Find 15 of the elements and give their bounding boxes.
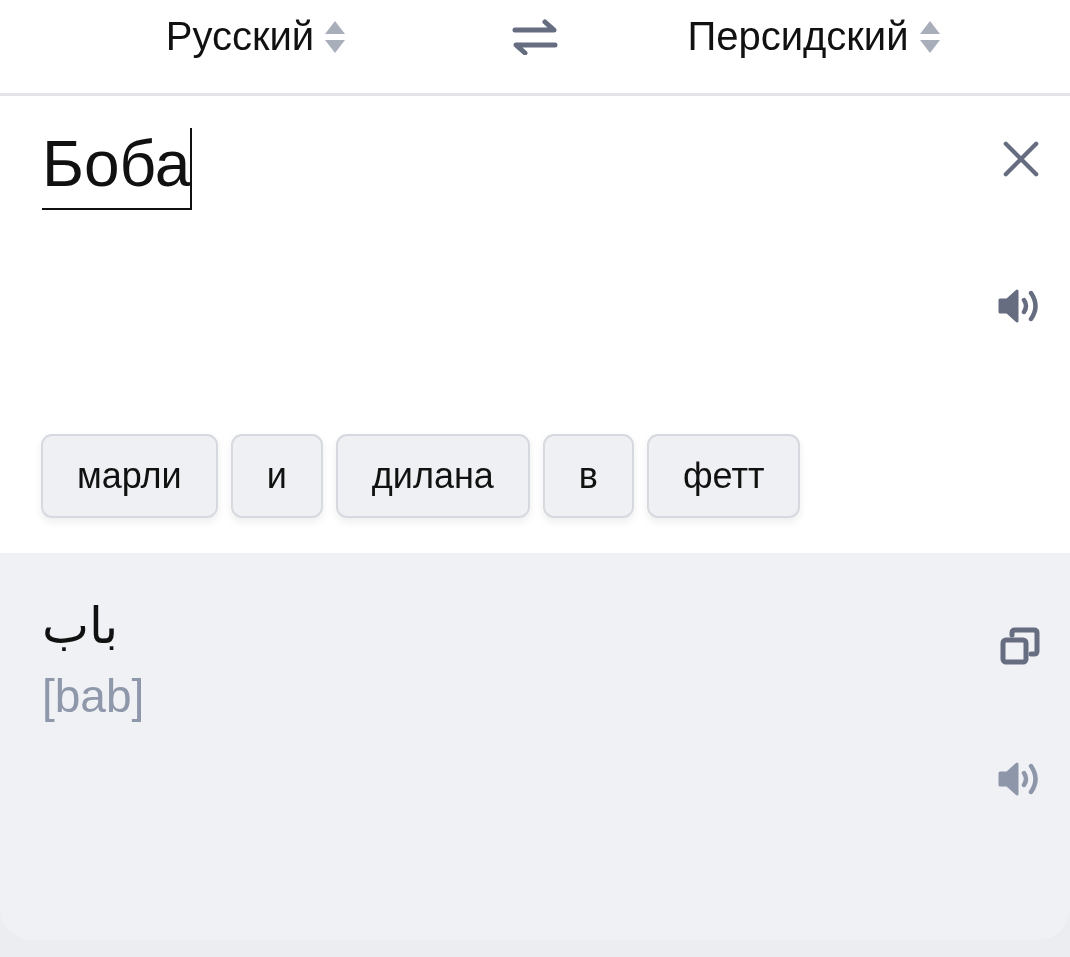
suggestion-chip[interactable]: фетт (646, 434, 801, 518)
copy-icon[interactable] (1000, 627, 1040, 665)
translation-text: باب (42, 596, 120, 657)
suggestion-chip[interactable]: в (542, 434, 634, 518)
target-language-selector[interactable]: Персидский (687, 14, 941, 59)
swap-arrows-icon[interactable] (512, 18, 558, 55)
suggestion-chip[interactable]: марли (41, 434, 218, 518)
sort-icon (918, 19, 941, 54)
sort-icon (324, 19, 347, 54)
input-field[interactable]: Боба (42, 128, 193, 210)
suggestion-chip[interactable]: и (230, 434, 323, 518)
close-icon[interactable] (1002, 140, 1040, 178)
suggestion-chip[interactable]: дилана (335, 434, 530, 518)
source-language-selector[interactable]: Русский (165, 14, 347, 59)
transliteration-text: [bab] (42, 669, 145, 724)
